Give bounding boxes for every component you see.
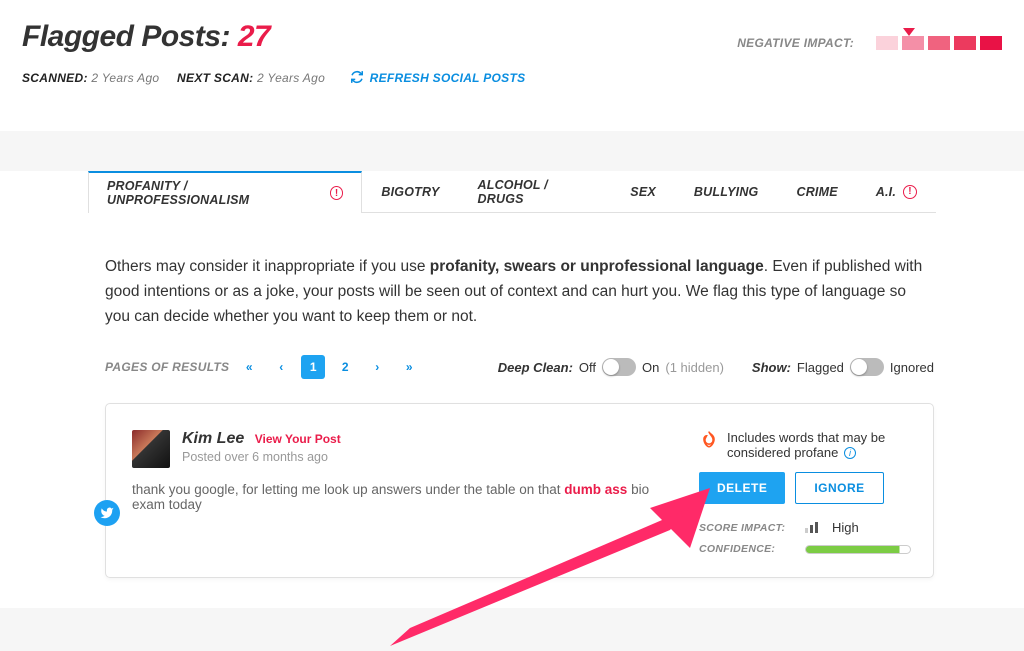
tab-crime[interactable]: CRIME: [777, 170, 856, 212]
post-text: thank you google, for letting me look up…: [132, 482, 681, 512]
impact-block: [980, 36, 1002, 50]
pager-next[interactable]: ›: [365, 355, 389, 379]
refresh-link[interactable]: REFRESH SOCIAL POSTS: [350, 71, 525, 85]
score-impact-label: SCORE IMPACT:: [699, 522, 791, 534]
show-flagged: Flagged: [797, 360, 844, 375]
pager-label: PAGES OF RESULTS: [105, 360, 229, 374]
deepclean-hidden: (1 hidden): [665, 360, 724, 375]
pager-first[interactable]: «: [237, 355, 261, 379]
deepclean-label: Deep Clean:: [498, 360, 573, 375]
avatar: [132, 430, 170, 468]
alert-icon: !: [330, 186, 343, 200]
tab-label: CRIME: [796, 185, 837, 199]
show-toggle[interactable]: [850, 358, 884, 376]
bars-icon: [805, 522, 818, 533]
tab-a-i[interactable]: A.I.!: [857, 170, 936, 212]
pagination: PAGES OF RESULTS « ‹ 1 2 › »: [105, 355, 421, 379]
flame-icon: [699, 430, 719, 450]
twitter-icon: [94, 500, 120, 526]
nextscan-label: NEXT SCAN:: [177, 71, 253, 85]
score-impact-value: High: [832, 520, 859, 535]
delete-button[interactable]: DELETE: [699, 472, 785, 504]
desc-pre: Others may consider it inappropriate if …: [105, 258, 430, 275]
tab-label: PROFANITY / UNPROFESSIONALISM: [107, 179, 323, 207]
impact-block: [928, 36, 950, 50]
flagged-count: 27: [238, 20, 270, 53]
impact-block: [954, 36, 976, 50]
info-icon[interactable]: i: [844, 447, 856, 459]
tab-description: Others may consider it inappropriate if …: [105, 255, 934, 329]
tab-bullying[interactable]: BULLYING: [675, 170, 778, 212]
deepclean-off: Off: [579, 360, 596, 375]
impact-block: [876, 36, 898, 50]
scanned-value: 2 Years Ago: [91, 71, 159, 85]
tab-label: ALCOHOL / DRUGS: [478, 178, 593, 206]
ignore-button[interactable]: IGNORE: [795, 472, 883, 504]
show-label: Show:: [752, 360, 791, 375]
impact-block: [902, 36, 924, 50]
title-label: Flagged Posts:: [22, 20, 230, 53]
flag-reason: Includes words that may be considered pr…: [699, 430, 911, 460]
pager-page-2[interactable]: 2: [333, 355, 357, 379]
impact-label: NEGATIVE IMPACT:: [737, 36, 854, 50]
deepclean-on: On: [642, 360, 659, 375]
tab-label: BULLYING: [694, 185, 759, 199]
page-title: Flagged Posts: 27: [22, 20, 525, 54]
tab-profanity-unprofessionalism[interactable]: PROFANITY / UNPROFESSIONALISM!: [88, 171, 362, 213]
tab-sex[interactable]: SEX: [611, 170, 675, 212]
impact-pointer-icon: [903, 28, 915, 36]
impact-gauge: [876, 36, 1002, 50]
nextscan-value: 2 Years Ago: [257, 71, 325, 85]
show-ignored: Ignored: [890, 360, 934, 375]
scanned-label: SCANNED:: [22, 71, 88, 85]
tab-alcohol-drugs[interactable]: ALCOHOL / DRUGS: [459, 170, 612, 212]
reason-text: Includes words that may be considered pr…: [727, 430, 885, 460]
category-tabs: PROFANITY / UNPROFESSIONALISM! BIGOTRY ALC…: [88, 171, 936, 213]
pager-page-1[interactable]: 1: [301, 355, 325, 379]
pager-last[interactable]: »: [397, 355, 421, 379]
alert-icon: !: [903, 185, 917, 199]
tab-label: BIGOTRY: [381, 185, 439, 199]
tab-label: SEX: [630, 185, 656, 199]
scan-meta: SCANNED: 2 Years Ago NEXT SCAN: 2 Years …: [22, 70, 525, 87]
confidence-label: CONFIDENCE:: [699, 543, 791, 555]
confidence-row: CONFIDENCE:: [699, 543, 911, 555]
refresh-icon: [350, 70, 364, 87]
pager-prev[interactable]: ‹: [269, 355, 293, 379]
score-impact-row: SCORE IMPACT: High: [699, 520, 911, 535]
flagged-word: dumb ass: [564, 482, 627, 497]
post-text-pre: thank you google, for letting me look up…: [132, 482, 564, 497]
view-post-link[interactable]: View Your Post: [255, 432, 341, 446]
posted-ago: Posted over 6 months ago: [182, 450, 341, 464]
confidence-bar: [805, 545, 911, 554]
author-name: Kim Lee: [182, 430, 244, 447]
show-control: Show: Flagged Ignored: [752, 358, 934, 376]
deepclean-toggle[interactable]: [602, 358, 636, 376]
negative-impact: NEGATIVE IMPACT:: [737, 36, 1002, 50]
deep-clean-control: Deep Clean: Off On (1 hidden): [498, 358, 724, 376]
tab-bigotry[interactable]: BIGOTRY: [362, 170, 458, 212]
refresh-text: REFRESH SOCIAL POSTS: [370, 71, 526, 85]
tab-label: A.I.: [876, 185, 896, 199]
desc-bold: profanity, swears or unprofessional lang…: [430, 258, 764, 275]
flagged-post-card: Kim Lee View Your Post Posted over 6 mon…: [105, 403, 934, 578]
